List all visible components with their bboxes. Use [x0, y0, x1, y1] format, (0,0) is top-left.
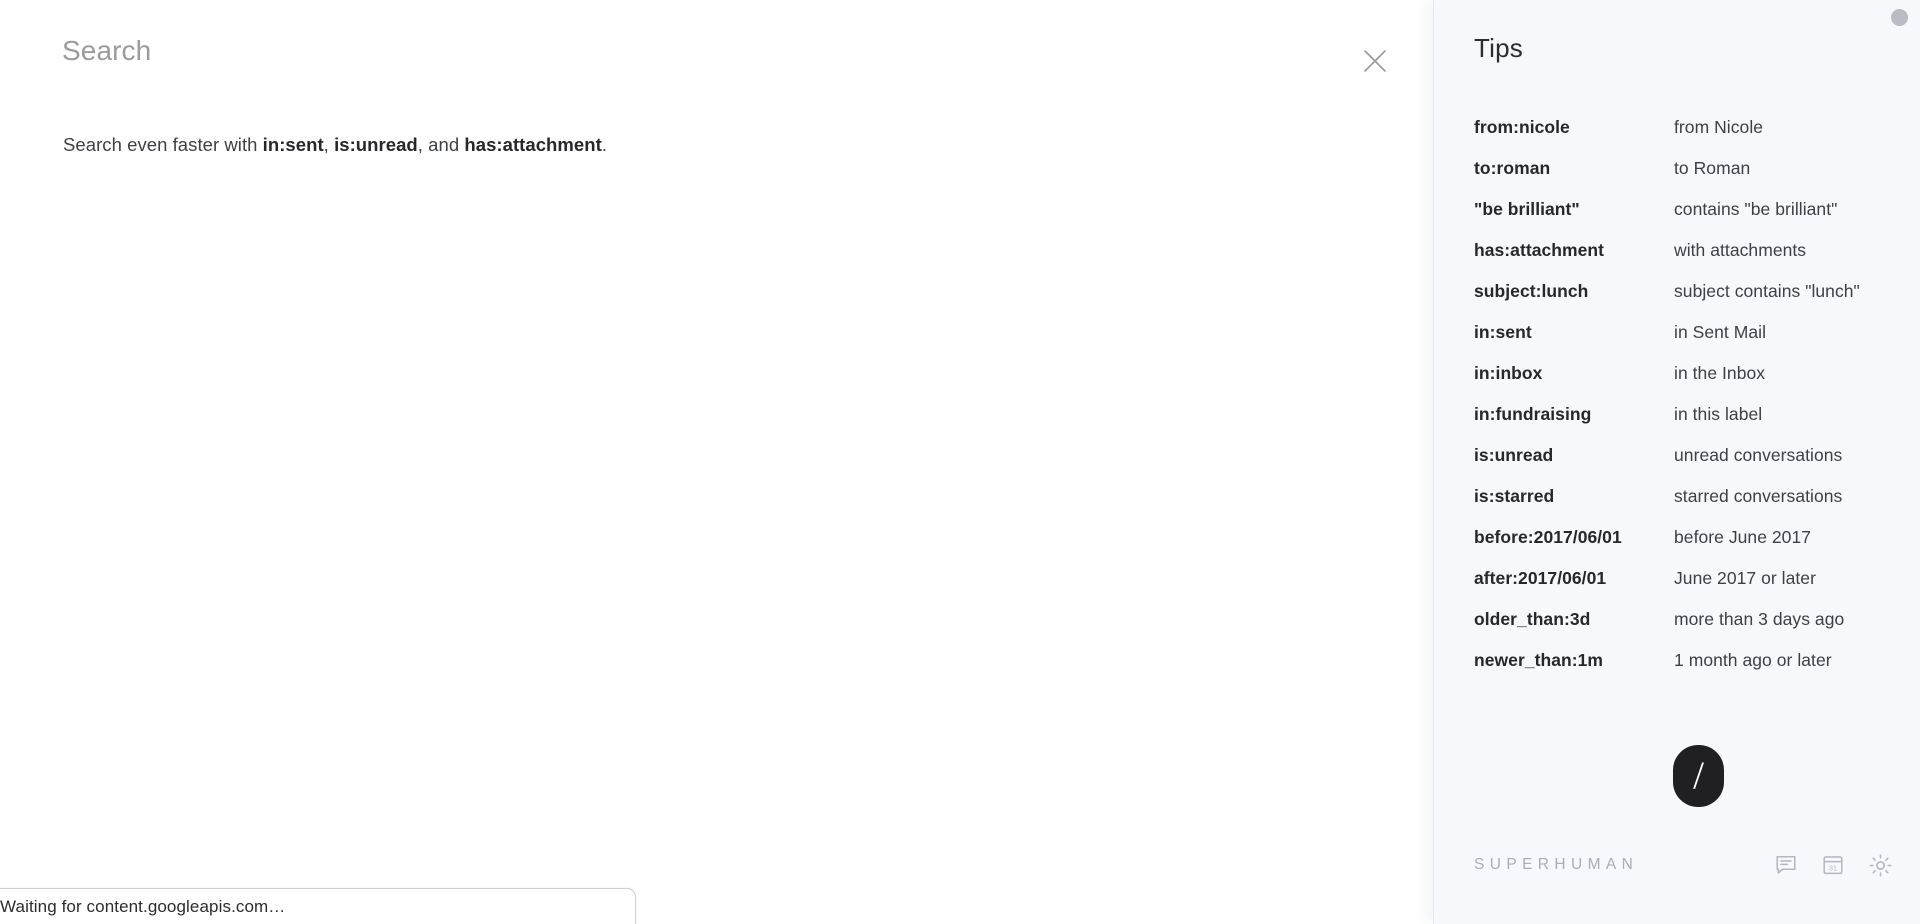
tip-row: newer_than:1m 1 month ago or later	[1474, 640, 1904, 681]
tip-description: 1 month ago or later	[1674, 650, 1832, 670]
search-input[interactable]	[62, 29, 1292, 73]
hint-operator-in-sent: in:sent	[262, 134, 324, 155]
tip-key: to:roman	[1474, 158, 1551, 178]
browser-status-text: Waiting for content.googleapis.com…	[0, 896, 286, 916]
tip-description: in the Inbox	[1674, 363, 1766, 383]
hint-operator-is-unread: is:unread	[334, 134, 418, 155]
calendar-icon: 31	[1823, 856, 1843, 875]
tip-description: unread conversations	[1674, 445, 1843, 465]
tip-row: is:starred starred conversations	[1474, 476, 1904, 517]
app-root: Search even faster with in:sent, is:unre…	[0, 0, 1920, 924]
tip-row: "be brilliant" contains "be brilliant"	[1474, 189, 1904, 230]
tip-row: after:2017/06/01 June 2017 or later	[1474, 558, 1904, 599]
tip-key: newer_than:1m	[1474, 650, 1604, 670]
tip-description: to Roman	[1674, 158, 1751, 178]
close-icon	[1364, 50, 1386, 72]
tip-description: before June 2017	[1674, 527, 1812, 547]
search-hint: Search even faster with in:sent, is:unre…	[63, 133, 607, 157]
footer-icon-group: 31	[1773, 852, 1893, 878]
chat-icon	[1776, 856, 1796, 874]
hint-suffix: .	[601, 134, 608, 155]
slash-shortcut-key: /	[1693, 753, 1704, 797]
tip-description: from Nicole	[1674, 117, 1764, 137]
tip-description: contains "be brilliant"	[1674, 199, 1838, 219]
hint-operator-has-attachment: has:attachment	[464, 134, 602, 155]
search-bar	[0, 0, 1434, 96]
tip-description: with attachments	[1674, 240, 1807, 260]
hint-sep-2: , and	[417, 134, 465, 155]
tip-key: has:attachment	[1474, 240, 1605, 260]
settings-button[interactable]	[1867, 852, 1893, 878]
tip-key: older_than:3d	[1474, 609, 1591, 629]
close-search-button[interactable]	[1349, 35, 1401, 87]
calendar-button[interactable]: 31	[1820, 852, 1846, 878]
tip-row: to:roman to Roman	[1474, 148, 1904, 189]
browser-status-bar: Waiting for content.googleapis.com…	[0, 888, 636, 924]
tips-footer: SUPERHUMAN 31	[1474, 850, 1893, 880]
tip-row: in:sent in Sent Mail	[1474, 312, 1904, 353]
slash-shortcut-badge: /	[1673, 745, 1724, 807]
tip-row: before:2017/06/01 before June 2017	[1474, 517, 1904, 558]
tip-key: in:sent	[1474, 322, 1532, 342]
svg-text:31: 31	[1829, 863, 1837, 872]
tip-key: is:starred	[1474, 486, 1555, 506]
hint-prefix: Search even faster with	[63, 134, 263, 155]
superhuman-wordmark: SUPERHUMAN	[1474, 856, 1639, 873]
tip-row: is:unread unread conversations	[1474, 435, 1904, 476]
tip-row: older_than:3d more than 3 days ago	[1474, 599, 1904, 640]
tip-key: after:2017/06/01	[1474, 568, 1607, 588]
tip-row: from:nicole from Nicole	[1474, 107, 1904, 148]
search-pane: Search even faster with in:sent, is:unre…	[0, 0, 1434, 924]
status-dot-icon	[1891, 9, 1908, 26]
gear-icon	[1869, 854, 1891, 876]
tips-title: Tips	[1474, 33, 1523, 63]
tip-description: June 2017 or later	[1674, 568, 1816, 588]
chat-button[interactable]	[1773, 852, 1799, 878]
tip-row: has:attachment with attachments	[1474, 230, 1904, 271]
tip-description: starred conversations	[1674, 486, 1843, 506]
tips-list: from:nicole from Nicole to:roman to Roman "b…	[1474, 107, 1904, 681]
tip-description: in this label	[1674, 404, 1763, 424]
tip-key: in:inbox	[1474, 363, 1543, 383]
tip-key: is:unread	[1474, 445, 1554, 465]
hint-sep-1: ,	[323, 134, 335, 155]
tip-description: more than 3 days ago	[1674, 609, 1845, 629]
tip-key: "be brilliant"	[1474, 199, 1580, 219]
tip-description: in Sent Mail	[1674, 322, 1767, 342]
tip-row: in:fundraising in this label	[1474, 394, 1904, 435]
tip-key: subject:lunch	[1474, 281, 1589, 301]
tip-description: subject contains "lunch"	[1674, 281, 1860, 301]
tip-key: from:nicole	[1474, 117, 1570, 137]
tip-row: subject:lunch subject contains "lunch"	[1474, 271, 1904, 312]
tip-key: in:fundraising	[1474, 404, 1592, 424]
tip-row: in:inbox in the Inbox	[1474, 353, 1904, 394]
tip-key: before:2017/06/01	[1474, 527, 1622, 547]
